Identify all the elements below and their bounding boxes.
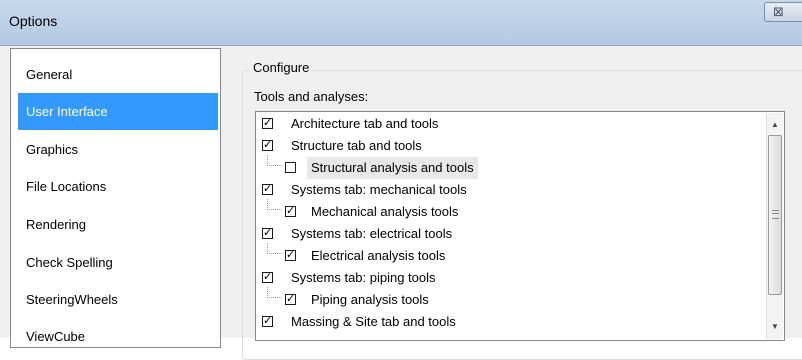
checkbox-electrical-analysis[interactable]: ✓: [285, 250, 296, 261]
scroll-up-arrow-icon[interactable]: ▲: [767, 116, 783, 133]
checkbox-systems-electrical[interactable]: ✓: [262, 228, 273, 239]
tree-item-label: Systems tab: mechanical tools: [291, 182, 467, 197]
checkbox-structure[interactable]: ✓: [262, 140, 273, 151]
tree-item-label: Piping analysis tools: [311, 292, 429, 307]
checkbox-structural-analysis[interactable]: [285, 162, 296, 173]
tree-connector: [267, 287, 282, 298]
close-icon: ⊠: [773, 4, 784, 19]
close-button[interactable]: ⊠: [764, 2, 802, 22]
sidebar-item-graphics[interactable]: Graphics: [18, 131, 218, 168]
sidebar-item-general[interactable]: General: [18, 56, 218, 93]
title-bar: Options ⊠: [0, 0, 802, 46]
options-sidebar: General User Interface Graphics File Loc…: [10, 48, 221, 348]
sidebar-item-steeringwheels[interactable]: SteeringWheels: [18, 281, 218, 318]
scroll-down-arrow-icon[interactable]: ▼: [767, 318, 783, 335]
tree-connector: [267, 243, 282, 254]
list-vertical-scrollbar[interactable]: ▲ ▼: [766, 113, 783, 339]
sidebar-item-label: ViewCube: [26, 329, 86, 344]
checkbox-mechanical-analysis[interactable]: ✓: [285, 206, 296, 217]
configure-group-title: Configure: [250, 60, 313, 75]
sidebar-item-user-interface[interactable]: User Interface: [18, 93, 218, 130]
scroll-thumb[interactable]: [768, 135, 782, 295]
tree-item-label: Structure tab and tools: [291, 138, 422, 153]
grip-icon: [772, 210, 779, 219]
tree-connector: [267, 199, 282, 210]
sidebar-item-label: File Locations: [26, 179, 107, 194]
tools-tree-list: ✓ Architecture tab and tools ✓ Structure…: [255, 111, 785, 341]
tree-item-label: Electrical analysis tools: [311, 248, 446, 263]
checkbox-systems-mechanical[interactable]: ✓: [262, 184, 273, 195]
sidebar-item-label: Check Spelling: [26, 255, 113, 270]
checkbox-massing-site[interactable]: ✓: [262, 316, 273, 327]
tree-item-label: Mechanical analysis tools: [311, 204, 459, 219]
checkbox-architecture[interactable]: ✓: [262, 118, 273, 129]
sidebar-item-check-spelling[interactable]: Check Spelling: [18, 244, 218, 281]
sidebar-item-label: User Interface: [26, 104, 108, 119]
tree-item-label: Architecture tab and tools: [291, 116, 439, 131]
window-title: Options: [9, 13, 58, 29]
sidebar-item-file-locations[interactable]: File Locations: [18, 168, 218, 205]
sidebar-item-viewcube[interactable]: ViewCube: [18, 318, 218, 355]
tree-item-label: Systems tab: piping tools: [291, 270, 436, 285]
sidebar-item-label: SteeringWheels: [26, 292, 118, 307]
checkbox-systems-piping[interactable]: ✓: [262, 272, 273, 283]
tree-item-label: Structural analysis and tools: [307, 157, 478, 179]
sidebar-item-label: Graphics: [26, 142, 79, 157]
sidebar-item-rendering[interactable]: Rendering: [18, 206, 218, 243]
checkbox-piping-analysis[interactable]: ✓: [285, 294, 296, 305]
sidebar-item-label: General: [26, 67, 73, 82]
tree-item-label: Massing & Site tab and tools: [291, 314, 456, 329]
tools-analyses-label: Tools and analyses:: [254, 89, 369, 104]
tree-connector: [267, 155, 282, 166]
tree-item-label: Systems tab: electrical tools: [291, 226, 453, 241]
sidebar-item-label: Rendering: [26, 217, 86, 232]
